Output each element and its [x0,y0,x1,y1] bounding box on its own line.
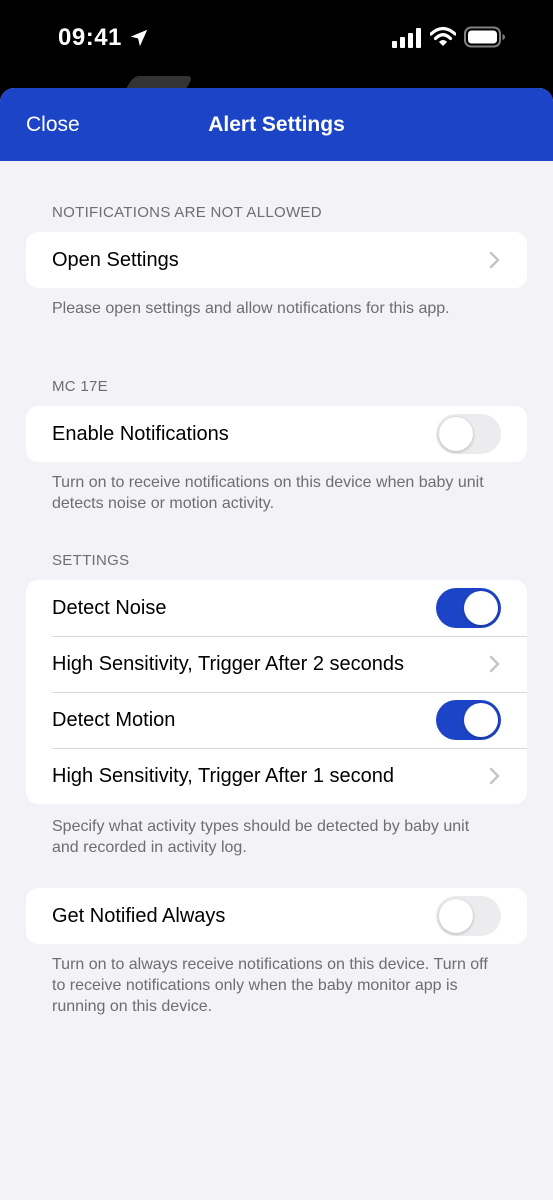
always-footer: Turn on to always receive notifications … [52,956,488,1015]
detect-noise-row: Detect Noise [26,580,527,636]
background-sheet-edge [126,76,194,88]
motion-sensitivity-label: High Sensitivity, Trigger After 1 second [52,764,395,787]
alert-settings-sheet: Close Alert Settings NOTIFICATIONS ARE N… [0,88,553,1200]
section-header-device: MC 17E [52,378,108,395]
group-always: Get Notified Always [26,888,527,944]
get-notified-always-label: Get Notified Always [52,904,226,927]
group-settings: Detect Noise High Sensitivity, Trigger A… [26,580,527,804]
toggle-knob [439,417,473,451]
enable-notifications-toggle[interactable] [436,414,501,454]
status-time: 09:41 [58,24,122,51]
section-header-settings: SETTINGS [52,552,130,569]
get-notified-always-toggle[interactable] [436,896,501,936]
enable-notifications-row: Enable Notifications [26,406,527,462]
chevron-right-icon [489,655,500,673]
chevron-right-icon [489,767,500,785]
motion-sensitivity-row[interactable]: High Sensitivity, Trigger After 1 second [26,748,527,804]
enable-notifications-label: Enable Notifications [52,422,229,445]
group-notifications: Open Settings [26,232,527,288]
detect-motion-label: Detect Motion [52,708,176,731]
navigation-bar: Close Alert Settings [0,88,553,161]
open-settings-label: Open Settings [52,248,179,271]
open-settings-row[interactable]: Open Settings [26,232,527,288]
noise-sensitivity-row[interactable]: High Sensitivity, Trigger After 2 second… [26,636,527,692]
chevron-right-icon [489,251,500,269]
location-arrow-icon [130,29,148,47]
status-bar: 09:41 [0,0,553,88]
detect-motion-row: Detect Motion [26,692,527,748]
toggle-knob [439,899,473,933]
toggle-knob [464,591,498,625]
battery-icon [464,26,505,48]
wifi-icon [430,26,456,46]
toggle-knob [464,703,498,737]
noise-sensitivity-label: High Sensitivity, Trigger After 2 second… [52,652,405,675]
cellular-signal-icon [392,28,421,48]
section-header-notifications: NOTIFICATIONS ARE NOT ALLOWED [52,204,322,221]
detect-noise-toggle[interactable] [436,588,501,628]
get-notified-always-row: Get Notified Always [26,888,527,944]
settings-footer: Specify what activity types should be de… [52,818,470,856]
device-footer: Turn on to receive notifications on this… [52,474,484,512]
detect-noise-label: Detect Noise [52,596,167,619]
group-device: Enable Notifications [26,406,527,462]
notifications-footer: Please open settings and allow notificat… [52,300,450,317]
page-title: Alert Settings [208,113,345,136]
detect-motion-toggle[interactable] [436,700,501,740]
